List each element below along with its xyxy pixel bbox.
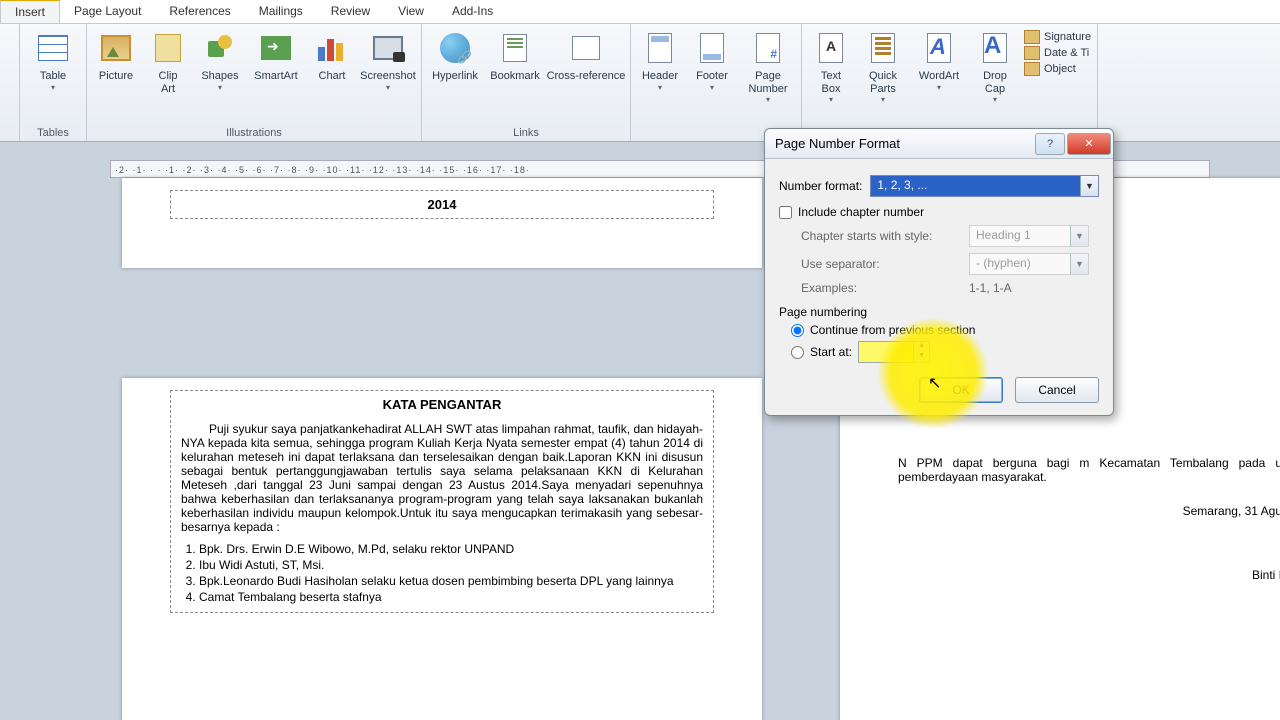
- page-1-year: 2014: [181, 197, 703, 212]
- document-page-1[interactable]: 2014: [122, 178, 762, 268]
- picture-button[interactable]: Picture: [91, 26, 141, 83]
- page-2-paragraph: Puji syukur saya panjatkankehadirat ALLA…: [181, 422, 703, 534]
- spinner-down-icon[interactable]: ▼: [914, 352, 929, 362]
- signature-line-button[interactable]: Signature: [1024, 30, 1091, 44]
- clip-art-icon: [155, 34, 181, 62]
- hyperlink-button[interactable]: Hyperlink: [426, 26, 484, 83]
- table-icon: [38, 35, 68, 61]
- date-time-button[interactable]: Date & Ti: [1024, 46, 1091, 60]
- footer-icon: [700, 33, 724, 63]
- page-3-name: Binti I: [898, 568, 1280, 582]
- separator-label: Use separator:: [801, 257, 961, 271]
- tab-references[interactable]: References: [155, 0, 244, 23]
- chapter-style-combo: Heading 1▼: [969, 225, 1089, 247]
- page-number-button[interactable]: Page Number: [739, 26, 797, 104]
- globe-icon: [440, 33, 470, 63]
- include-chapter-checkbox[interactable]: [779, 206, 792, 219]
- list-item: Bpk.Leonardo Budi Hasiholan selaku ketua…: [199, 574, 703, 588]
- footer-button[interactable]: Footer: [687, 26, 737, 92]
- dialog-title: Page Number Format: [775, 136, 900, 151]
- dialog-close-button[interactable]: ✕: [1067, 133, 1111, 155]
- clip-art-button[interactable]: Clip Art: [143, 26, 193, 95]
- list-item: Ibu Widi Astuti, ST, Msi.: [199, 558, 703, 572]
- tab-review[interactable]: Review: [317, 0, 384, 23]
- ribbon: Table Tables Picture Clip Art Shapes Sma…: [0, 24, 1280, 142]
- screenshot-button[interactable]: Screenshot: [359, 26, 417, 92]
- tab-mailings[interactable]: Mailings: [245, 0, 317, 23]
- smartart-icon: [261, 36, 291, 60]
- picture-icon: [101, 35, 131, 61]
- page-number-icon: [756, 33, 780, 63]
- chart-button[interactable]: Chart: [307, 26, 357, 83]
- cancel-button[interactable]: Cancel: [1015, 377, 1099, 403]
- quick-parts-button[interactable]: Quick Parts: [858, 26, 908, 104]
- signature-icon: [1024, 30, 1040, 44]
- page-1-footer-frame: 2014: [170, 190, 714, 219]
- page-numbering-label: Page numbering: [779, 305, 1099, 319]
- page-number-format-dialog: Page Number Format ? ✕ Number format: 1,…: [764, 128, 1114, 416]
- chevron-down-icon: ▼: [1080, 176, 1098, 196]
- text-box-button[interactable]: Text Box: [806, 26, 856, 104]
- smartart-button[interactable]: SmartArt: [247, 26, 305, 83]
- tab-page-layout[interactable]: Page Layout: [60, 0, 155, 23]
- shapes-icon: [206, 35, 234, 61]
- continue-radio[interactable]: [791, 324, 804, 337]
- object-button[interactable]: Object: [1024, 62, 1091, 76]
- start-at-spinner[interactable]: ▲▼: [858, 341, 930, 363]
- wordart-icon: [927, 33, 951, 63]
- table-button[interactable]: Table: [24, 26, 82, 92]
- bookmark-button[interactable]: Bookmark: [486, 26, 544, 83]
- start-at-radio[interactable]: [791, 346, 804, 359]
- shapes-button[interactable]: Shapes: [195, 26, 245, 92]
- number-format-combo[interactable]: 1, 2, 3, ... ▼: [870, 175, 1099, 197]
- page-2-heading: KATA PENGANTAR: [181, 397, 703, 412]
- text-box-icon: [819, 33, 843, 63]
- page-3-date: Semarang, 31 Agu: [898, 504, 1280, 518]
- date-time-icon: [1024, 46, 1040, 60]
- number-format-label: Number format:: [779, 179, 862, 193]
- tab-view[interactable]: View: [384, 0, 438, 23]
- ribbon-tabs: Insert Page Layout References Mailings R…: [0, 0, 1280, 24]
- page-3-text: N PPM dapat berguna bagi m Kecamatan Tem…: [898, 456, 1280, 484]
- drop-cap-button[interactable]: Drop Cap: [970, 26, 1020, 104]
- list-item: Camat Tembalang beserta stafnya: [199, 590, 703, 604]
- start-at-label: Start at:: [810, 345, 852, 359]
- tab-add-ins[interactable]: Add-Ins: [438, 0, 507, 23]
- examples-value: 1-1, 1-A: [969, 281, 1012, 295]
- include-chapter-label: Include chapter number: [798, 205, 924, 219]
- dialog-help-button[interactable]: ?: [1035, 133, 1065, 155]
- group-tables-label: Tables: [24, 126, 82, 141]
- group-illustrations-label: Illustrations: [91, 126, 417, 141]
- separator-combo: - (hyphen)▼: [969, 253, 1089, 275]
- group-links-label: Links: [426, 126, 626, 141]
- document-page-2[interactable]: KATA PENGANTAR Puji syukur saya panjatka…: [122, 378, 762, 720]
- bookmark-icon: [503, 34, 527, 62]
- examples-label: Examples:: [801, 281, 961, 295]
- wordart-button[interactable]: WordArt: [910, 26, 968, 92]
- screenshot-icon: [373, 36, 403, 60]
- header-button[interactable]: Header: [635, 26, 685, 92]
- continue-label: Continue from previous section: [810, 323, 975, 337]
- cross-reference-button[interactable]: Cross-reference: [546, 26, 626, 83]
- list-item: Bpk. Drs. Erwin D.E Wibowo, M.Pd, selaku…: [199, 542, 703, 556]
- header-icon: [648, 33, 672, 63]
- ok-button[interactable]: OK: [919, 377, 1003, 403]
- quick-parts-icon: [871, 33, 895, 63]
- tab-insert[interactable]: Insert: [0, 0, 60, 23]
- cross-reference-icon: [572, 36, 600, 60]
- spinner-up-icon[interactable]: ▲: [914, 342, 929, 352]
- drop-cap-icon: [983, 33, 1007, 63]
- chart-icon: [318, 35, 346, 61]
- chapter-style-label: Chapter starts with style:: [801, 229, 961, 243]
- object-icon: [1024, 62, 1040, 76]
